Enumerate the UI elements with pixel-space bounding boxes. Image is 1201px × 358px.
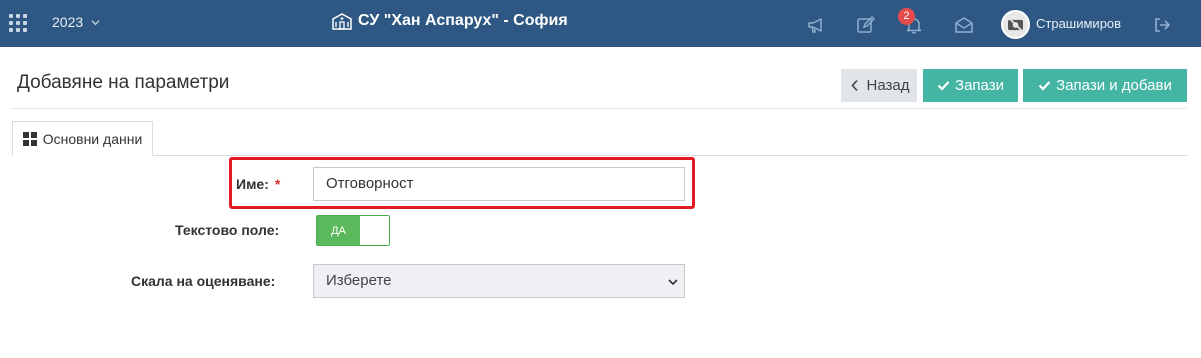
scale-field-label: Скала на оценяване: xyxy=(131,273,276,289)
save-button-label: Запази xyxy=(955,77,1004,94)
back-button[interactable]: Назад xyxy=(841,69,917,102)
chevron-down-icon xyxy=(668,279,678,286)
check-icon xyxy=(1038,81,1051,91)
edit-icon[interactable] xyxy=(856,15,876,35)
required-mark: * xyxy=(274,176,281,192)
scale-selected-value: Изберете xyxy=(326,272,392,289)
name-label-text: Име: xyxy=(236,176,269,192)
megaphone-icon[interactable] xyxy=(806,15,826,35)
school-name: СУ "Хан Аспарух" - София xyxy=(358,12,568,29)
avatar-icon xyxy=(1008,17,1023,32)
apps-grid-icon[interactable] xyxy=(9,14,27,32)
tab-basic-data-label: Основни данни xyxy=(42,131,143,147)
envelope-open-icon[interactable] xyxy=(954,15,974,35)
chevron-down-icon xyxy=(91,19,100,25)
text-field-label: Текстово поле: xyxy=(175,222,280,238)
tab-divider xyxy=(153,155,1187,156)
tab-basic-data[interactable]: Основни данни xyxy=(12,121,153,156)
save-and-add-button[interactable]: Запази и добави xyxy=(1023,69,1187,102)
username[interactable]: Страшимиров xyxy=(1036,16,1121,31)
name-field-label: Име: * xyxy=(236,176,280,192)
text-field-toggle[interactable]: ДА xyxy=(316,215,390,246)
school-building-icon xyxy=(332,13,352,30)
toggle-on-label: ДА xyxy=(317,216,360,245)
school-title: СУ "Хан Аспарух" - София xyxy=(332,12,568,30)
save-button[interactable]: Запази xyxy=(923,69,1018,102)
back-button-label: Назад xyxy=(866,77,910,94)
name-input[interactable]: Отговорност xyxy=(313,167,685,201)
year-selector[interactable]: 2023 xyxy=(52,14,100,30)
dashboard-icon xyxy=(22,132,37,146)
chevron-left-icon xyxy=(850,79,858,92)
top-navigation-bar: 2023 СУ "Хан Аспарух" - София 2 Страшими… xyxy=(0,0,1201,47)
logout-icon[interactable] xyxy=(1152,15,1172,35)
notification-badge: 2 xyxy=(898,8,915,25)
avatar[interactable] xyxy=(1001,10,1030,39)
toggle-knob xyxy=(360,216,389,245)
page-title: Добавяне на параметри xyxy=(17,72,230,93)
header-divider xyxy=(11,108,1187,109)
year-label: 2023 xyxy=(52,14,84,30)
save-and-add-button-label: Запази и добави xyxy=(1056,77,1172,94)
check-icon xyxy=(937,81,950,91)
scale-select[interactable]: Изберете xyxy=(313,264,685,298)
